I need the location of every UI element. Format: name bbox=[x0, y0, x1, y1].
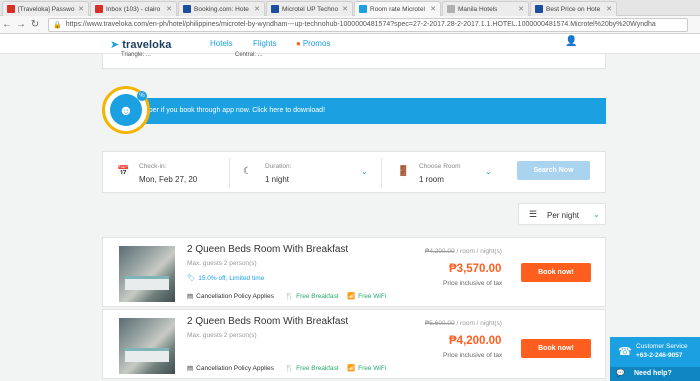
chevron-down-icon: ⌄ bbox=[593, 210, 600, 219]
book-now-button[interactable]: Book now! bbox=[521, 339, 591, 358]
nav-promos[interactable]: ● Promos bbox=[296, 39, 330, 48]
nav-hotels[interactable]: Hotels bbox=[210, 39, 233, 48]
moon-icon: ☾ bbox=[243, 166, 252, 177]
free-breakfast: 🍴 Free Breakfast bbox=[285, 293, 339, 300]
chat-icon: 💬 bbox=[616, 370, 625, 377]
traveloka-icon bbox=[359, 5, 367, 13]
policy-icon: ▤ bbox=[187, 293, 194, 300]
room-name[interactable]: 2 Queen Beds Room With Breakfast bbox=[187, 316, 348, 327]
room-guests: Max. guests 2 person(s) bbox=[187, 260, 257, 267]
room-name[interactable]: 2 Queen Beds Room With Breakfast bbox=[187, 244, 348, 255]
breakfast-icon: 🍴 bbox=[285, 365, 294, 372]
close-tab-icon[interactable]: ✕ bbox=[78, 5, 84, 13]
tax-note: Price inclusive of tax bbox=[443, 352, 503, 359]
close-tab-icon[interactable]: ✕ bbox=[342, 5, 348, 13]
free-wifi: 📶 Free WiFi bbox=[347, 293, 387, 300]
chevron-down-icon: ⌄ bbox=[361, 167, 368, 176]
close-tab-icon[interactable]: ✕ bbox=[254, 5, 260, 13]
promo-dot-icon: ● bbox=[296, 39, 301, 48]
chevron-down-icon: ⌄ bbox=[485, 167, 492, 176]
hotel-info-card: Triangle: ... Central: ... bbox=[102, 52, 606, 69]
discount-badge: % bbox=[137, 91, 147, 101]
close-tab-icon[interactable]: ✕ bbox=[606, 5, 612, 13]
phone-icon: ☎ bbox=[618, 346, 632, 358]
discounted-price: ₱3,570.00 bbox=[449, 263, 502, 275]
room-search-bar: 📅 Check-in: Mon, Feb 27, 20 ☾ Duration: … bbox=[102, 151, 606, 193]
traveloka-logo[interactable]: ➤ traveloka bbox=[110, 38, 171, 52]
cancellation-policy[interactable]: ▤ Cancellation Policy Applies bbox=[187, 364, 274, 372]
browser-tab-microtel[interactable]: Microtel UP Techno ✕ bbox=[266, 1, 353, 16]
browser-tab-best-price[interactable]: Best Price on Hote ✕ bbox=[530, 1, 617, 16]
nearby-text: Central: ... bbox=[235, 52, 263, 58]
bed-graphic bbox=[125, 276, 169, 290]
room-guests: Max. guests 2 person(s) bbox=[187, 332, 257, 339]
door-icon: 🚪 bbox=[397, 166, 410, 177]
wifi-icon: 📶 bbox=[347, 365, 356, 372]
cancellation-policy[interactable]: ▤ Cancellation Policy Applies bbox=[187, 292, 274, 300]
need-help-button[interactable]: 💬 Need help? bbox=[610, 367, 700, 381]
divider bbox=[229, 158, 230, 188]
room-card: 2 Queen Beds Room With Breakfast Max. gu… bbox=[102, 237, 606, 307]
search-now-button[interactable]: Search Now bbox=[517, 161, 590, 180]
site-header: ➤ traveloka Hotels Flights ● Promos 👤 bbox=[0, 34, 700, 54]
calendar-icon: 📅 bbox=[117, 166, 130, 177]
forward-arrow-icon[interactable]: → bbox=[14, 19, 28, 30]
nav-flights[interactable]: Flights bbox=[253, 39, 277, 48]
booking-icon bbox=[271, 5, 279, 13]
breakfast-icon: 🍴 bbox=[285, 293, 294, 300]
banner-text: Cheaper if you book through app now. Cli… bbox=[132, 107, 326, 114]
url-input[interactable]: 🔒 https://www.traveloka.com/en-ph/hotel/… bbox=[48, 17, 688, 32]
browser-tab-booking[interactable]: Booking.com: Hote ✕ bbox=[178, 1, 265, 16]
page-icon bbox=[447, 5, 455, 13]
nearby-text: Triangle: ... bbox=[121, 52, 151, 58]
close-tab-icon[interactable]: ✕ bbox=[430, 5, 436, 13]
browser-tab-gmail-inbox[interactable]: Inbox (103) - clairo ✕ bbox=[90, 1, 177, 16]
policy-icon: ▤ bbox=[187, 365, 194, 372]
divider bbox=[381, 158, 382, 188]
price-mode-dropdown[interactable]: ☰ Per night ⌄ bbox=[518, 203, 606, 225]
close-tab-icon[interactable]: ✕ bbox=[166, 5, 172, 13]
free-breakfast: 🍴 Free Breakfast bbox=[285, 365, 339, 372]
room-card: 2 Queen Beds Room With Breakfast Max. gu… bbox=[102, 309, 606, 379]
reload-icon[interactable]: ↻ bbox=[28, 19, 42, 30]
booking-icon bbox=[535, 5, 543, 13]
original-price: ₱5,600.00 / room / night(s) bbox=[425, 320, 502, 327]
free-wifi: 📶 Free WiFi bbox=[347, 365, 387, 372]
customer-service-widget[interactable]: ☎ Customer Service +63-2-246-9057 💬 Need… bbox=[610, 337, 700, 381]
booking-icon bbox=[183, 5, 191, 13]
wifi-icon: 📶 bbox=[347, 293, 356, 300]
tag-icon: 🏷 bbox=[187, 275, 196, 282]
room-photo[interactable] bbox=[119, 246, 175, 302]
bed-graphic bbox=[125, 348, 169, 362]
lock-icon: 🔒 bbox=[53, 21, 62, 29]
url-text: https://www.traveloka.com/en-ph/hotel/ph… bbox=[65, 21, 656, 28]
close-tab-icon[interactable]: ✕ bbox=[518, 5, 524, 13]
original-price: ₱4,200.00 / room / night(s) bbox=[425, 248, 502, 255]
app-download-banner[interactable]: Cheaper if you book through app now. Cli… bbox=[110, 98, 606, 124]
room-photo[interactable] bbox=[119, 318, 175, 374]
browser-tab-room-rate[interactable]: Room rate Microtel ✕ bbox=[354, 1, 441, 16]
book-now-button[interactable]: Book now! bbox=[521, 263, 591, 282]
user-account-icon[interactable]: 👤 bbox=[565, 36, 577, 47]
price-tag-icon: ☰ bbox=[529, 209, 538, 219]
browser-tab-manila-hotels[interactable]: Manila Hotels ✕ bbox=[442, 1, 529, 16]
promo-label: 🏷 15.0% off, Limited time bbox=[187, 275, 265, 282]
gmail-icon bbox=[95, 5, 103, 13]
gmail-icon bbox=[7, 5, 15, 13]
browser-tab-gmail-traveloka[interactable]: [Traveloka] Passwo ✕ bbox=[2, 1, 89, 16]
discounted-price: ₱4,200.00 bbox=[449, 335, 502, 347]
back-arrow-icon[interactable]: ← bbox=[0, 19, 14, 30]
customer-service-phone: +63-2-246-9057 bbox=[636, 352, 683, 359]
bird-logo-icon: ➤ bbox=[110, 39, 120, 51]
address-bar: ← → ↻ 🔒 https://www.traveloka.com/en-ph/… bbox=[0, 16, 700, 34]
app-mascot-badge[interactable]: ☻ % bbox=[102, 86, 150, 134]
tax-note: Price inclusive of tax bbox=[443, 280, 503, 287]
browser-tab-strip: [Traveloka] Passwo ✕ Inbox (103) - clairo… bbox=[0, 0, 700, 16]
